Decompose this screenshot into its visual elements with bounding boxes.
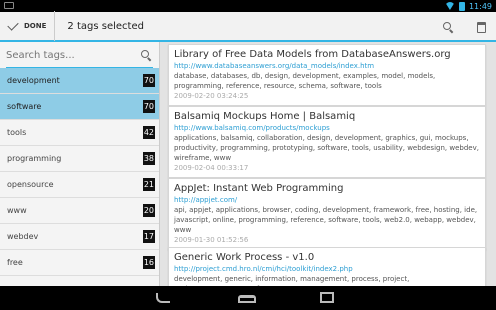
bookmark-card[interactable]: Library of Free Data Models from Databas… [168, 44, 486, 106]
bookmark-title: Balsamiq Mockups Home | Balsamiq [174, 111, 356, 122]
bookmark-date: 2009-01-30 01:52:56 [174, 236, 249, 244]
app-screen: 11:49 DONE 2 tags selected development 70… [0, 0, 496, 310]
check-icon [7, 18, 19, 31]
back-icon[interactable] [156, 293, 170, 303]
tag-name: software [7, 102, 42, 111]
bookmark-list: Library of Free Data Models from Databas… [160, 42, 496, 286]
tag-name: development [7, 76, 60, 85]
tag-count-badge: 42 [142, 126, 155, 139]
trash-icon[interactable] [477, 21, 486, 33]
tag-count-badge: 38 [142, 152, 155, 165]
bookmark-title: Generic Work Process - v1.0 [174, 252, 315, 263]
tag-name: www [7, 206, 27, 215]
tag-item-free[interactable]: free 16 [0, 250, 159, 276]
bookmark-card[interactable]: Generic Work Process - v1.0 http://projec… [168, 247, 486, 286]
done-label: DONE [24, 22, 47, 30]
battery-icon [458, 1, 465, 11]
bookmark-url[interactable]: http://project.cmd.hro.nl/cmi/hci/toolki… [174, 264, 480, 274]
tag-count-badge: 21 [142, 178, 155, 191]
tag-item-webdev[interactable]: webdev 17 [0, 224, 159, 250]
navigation-bar [0, 286, 496, 310]
tag-count-badge: 70 [142, 74, 155, 87]
bookmark-title: Library of Free Data Models from Databas… [174, 49, 451, 60]
bookmark-date: 2009-02-04 00:33:17 [174, 164, 249, 172]
tag-search-input[interactable] [6, 50, 136, 61]
tag-name: tools [7, 128, 27, 137]
tag-count-badge: 70 [142, 100, 155, 113]
search-icon[interactable] [443, 22, 453, 32]
tag-item-software[interactable]: software 70 [0, 94, 159, 120]
notification-icon [4, 2, 14, 9]
bookmark-tags: database, databases, db, design, develop… [174, 72, 436, 90]
tag-item-opensource[interactable]: opensource 21 [0, 172, 159, 198]
bookmark-tags: api, appjet, applications, browser, codi… [174, 206, 478, 234]
tag-list: development 70 software 70 tools 42 programmin… [0, 68, 159, 276]
tag-sidebar: development 70 software 70 tools 42 programmin… [0, 42, 160, 286]
wifi-icon [444, 2, 455, 10]
recent-apps-icon[interactable] [320, 292, 334, 303]
bookmark-url[interactable]: http://www.databaseanswers.org/data_mode… [174, 61, 480, 71]
bookmark-card[interactable]: Balsamiq Mockups Home | Balsamiq http://w… [168, 106, 486, 178]
contextual-action-bar: DONE 2 tags selected [0, 11, 496, 42]
bookmark-url[interactable]: http://www.balsamiq.com/products/mockups [174, 123, 480, 133]
bookmark-url[interactable]: http://appjet.com/ [174, 195, 480, 205]
tag-name: opensource [7, 180, 54, 189]
tag-item-tools[interactable]: tools 42 [0, 120, 159, 146]
bookmark-card[interactable]: AppJet: Instant Web Programming http://ap… [168, 178, 486, 250]
home-icon[interactable] [238, 295, 256, 303]
status-bar: 11:49 [0, 0, 496, 12]
tag-item-www[interactable]: www 20 [0, 198, 159, 224]
bookmark-tags: applications, balsamiq, collaboration, d… [174, 134, 479, 162]
done-button[interactable]: DONE [0, 11, 56, 41]
bookmark-date: 2009-02-20 03:24:25 [174, 92, 249, 100]
tag-count-badge: 17 [142, 230, 155, 243]
tag-search-box [6, 44, 153, 68]
tag-name: free [7, 258, 23, 267]
search-icon[interactable] [141, 50, 151, 60]
tag-item-development[interactable]: development 70 [0, 68, 159, 94]
clock: 11:49 [468, 1, 492, 11]
bookmark-tags: development, generic, information, manag… [174, 275, 410, 286]
selection-count: 2 tags selected [67, 20, 144, 32]
tag-item-programming[interactable]: programming 38 [0, 146, 159, 172]
tag-count-badge: 20 [142, 204, 155, 217]
bookmark-title: AppJet: Instant Web Programming [174, 183, 344, 194]
tag-name: programming [7, 154, 62, 163]
tag-name: webdev [7, 232, 39, 241]
tag-count-badge: 16 [142, 256, 155, 269]
